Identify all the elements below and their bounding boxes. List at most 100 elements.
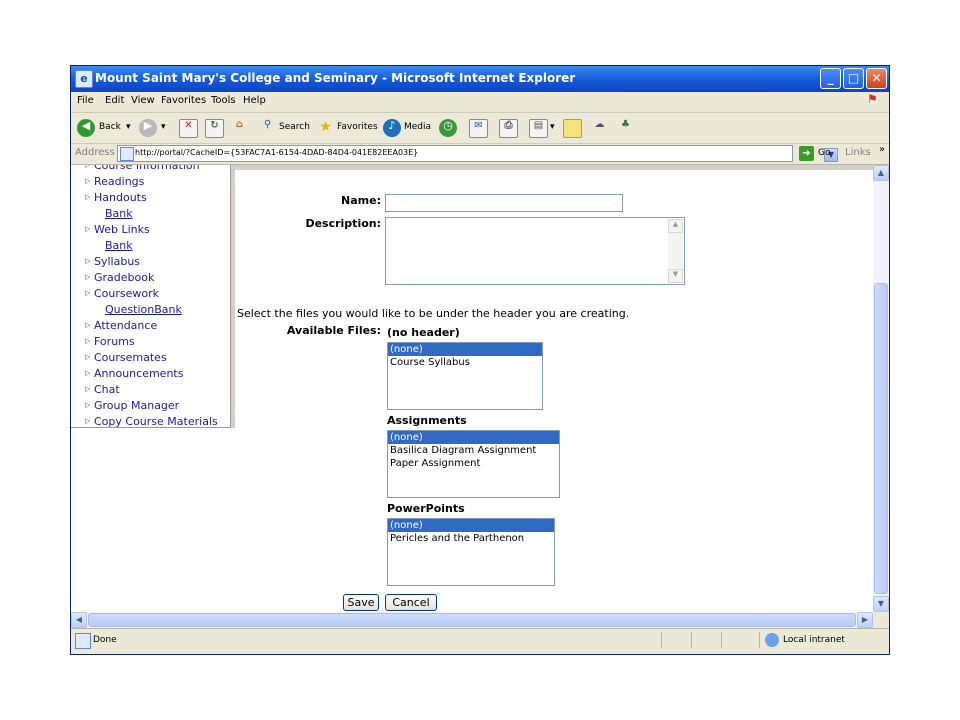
cancel-button[interactable]: Cancel xyxy=(385,594,437,611)
list-option[interactable]: Pericles and the Parthenon xyxy=(388,532,554,545)
vertical-scroll-thumb[interactable] xyxy=(874,283,888,594)
horizontal-scroll-thumb[interactable] xyxy=(88,613,856,627)
sidebar-item-label: Copy Course Materials xyxy=(94,415,218,428)
textarea-scrollbar[interactable]: ▲ ▼ xyxy=(668,219,683,283)
arrow-right-icon: ▷ xyxy=(85,321,91,329)
arrow-right-icon: ▷ xyxy=(85,401,91,409)
list-option[interactable]: (none) xyxy=(388,431,559,444)
go-button[interactable]: Go xyxy=(818,148,830,158)
menu-view[interactable]: View xyxy=(131,95,155,106)
address-url[interactable]: http://portal/?CacheID={53FAC7A1-6154-4D… xyxy=(135,148,418,157)
arrow-right-icon: ▷ xyxy=(85,289,91,297)
close-button[interactable]: ✕ xyxy=(866,68,887,89)
sidebar-item-questionbank[interactable]: QuestionBank xyxy=(105,303,182,316)
search-icon[interactable]: ⚲ xyxy=(259,119,276,136)
group-title-assignments: Assignments xyxy=(387,414,467,427)
chevron-down-icon[interactable]: ▼ xyxy=(668,269,683,283)
menu-bar: File Edit View Favorites Tools Help ⚑ xyxy=(71,92,889,113)
scroll-left-icon[interactable]: ◀ xyxy=(71,612,87,628)
discuss-icon[interactable] xyxy=(563,119,582,138)
sidebar-item-label: Gradebook xyxy=(94,271,155,284)
sidebar-item-label: Bank xyxy=(105,207,133,220)
refresh-icon[interactable]: ↻ xyxy=(205,119,224,138)
chevron-right-icon[interactable]: » xyxy=(879,144,885,155)
search-label[interactable]: Search xyxy=(279,122,310,132)
status-separator xyxy=(721,632,722,648)
window-title: Mount Saint Mary's College and Seminary … xyxy=(95,71,576,85)
menu-edit[interactable]: Edit xyxy=(105,95,124,106)
mail-icon[interactable]: ✉ xyxy=(469,119,488,138)
history-icon[interactable]: ◷ xyxy=(439,119,457,137)
maximize-button[interactable]: □ xyxy=(843,68,864,89)
file-listbox-no-header[interactable]: (none) Course Syllabus xyxy=(387,342,543,410)
media-label[interactable]: Media xyxy=(404,122,431,132)
description-label: Description: xyxy=(305,217,381,230)
title-bar[interactable]: e Mount Saint Mary's College and Seminar… xyxy=(71,66,889,92)
sidebar-item-label: Handouts xyxy=(94,191,147,204)
available-files-label: Available Files: xyxy=(286,324,381,337)
menu-favorites[interactable]: Favorites xyxy=(161,95,206,106)
chevron-up-icon[interactable]: ▲ xyxy=(668,219,683,233)
instructions-text: Select the files you would like to be un… xyxy=(237,307,630,320)
arrow-right-icon: ▷ xyxy=(85,165,91,169)
windows-logo-icon: ⚑ xyxy=(867,92,878,106)
forward-dropdown-icon[interactable]: ▾ xyxy=(161,122,166,132)
list-option[interactable]: (none) xyxy=(388,519,554,532)
forward-arrow-icon[interactable]: ▶ xyxy=(139,119,157,137)
sidebar-item-label: Course Information xyxy=(94,165,200,172)
sidebar-item-label: QuestionBank xyxy=(105,303,182,316)
group-title-powerpoints: PowerPoints xyxy=(387,502,465,515)
save-button[interactable]: Save xyxy=(343,594,379,611)
menu-tools[interactable]: Tools xyxy=(211,95,236,106)
standard-toolbar: ◀ Back ▾ ▶ ▾ ✕ ↻ ⌂ ⚲ Search ★ Favorites … xyxy=(71,113,889,144)
scroll-up-icon[interactable]: ▲ xyxy=(873,165,889,181)
favorites-star-icon[interactable]: ★ xyxy=(317,119,334,136)
back-dropdown-icon[interactable]: ▾ xyxy=(126,122,131,132)
name-input[interactable] xyxy=(385,194,623,212)
favorites-label[interactable]: Favorites xyxy=(337,122,378,132)
address-label: Address xyxy=(75,147,115,158)
scroll-down-icon[interactable]: ▼ xyxy=(873,596,889,612)
course-sidebar: ▷ Course Information ▷ Readings ▷ Handouts Ban… xyxy=(71,165,231,428)
security-zone-text: Local intranet xyxy=(783,635,845,645)
menu-file[interactable]: File xyxy=(77,95,94,106)
list-option[interactable]: (none) xyxy=(388,343,542,356)
arrow-right-icon: ▷ xyxy=(85,353,91,361)
file-listbox-assignments[interactable]: (none) Basilica Diagram Assignment Paper A… xyxy=(387,430,560,498)
links-button[interactable]: Links xyxy=(845,147,871,158)
description-textarea[interactable]: ▲ ▼ xyxy=(385,217,685,285)
scroll-right-icon[interactable]: ▶ xyxy=(857,612,873,628)
arrow-right-icon: ▷ xyxy=(85,193,91,201)
arrow-right-icon: ▷ xyxy=(85,385,91,393)
stop-icon[interactable]: ✕ xyxy=(179,119,198,138)
arrow-right-icon: ▷ xyxy=(85,177,91,185)
sidebar-item-bank[interactable]: Bank xyxy=(105,207,133,220)
menu-help[interactable]: Help xyxy=(243,95,266,106)
address-bar: Address http://portal/?CacheID={53FAC7A1… xyxy=(71,144,889,165)
media-icon[interactable]: ♪ xyxy=(383,119,401,137)
back-label[interactable]: Back xyxy=(99,122,121,132)
list-option[interactable]: Basilica Diagram Assignment xyxy=(388,444,559,457)
horizontal-scrollbar[interactable]: ◀ ▶ xyxy=(71,612,873,628)
sidebar-item-label: Chat xyxy=(94,383,120,396)
home-icon[interactable]: ⌂ xyxy=(231,119,248,136)
list-option[interactable]: Course Syllabus xyxy=(388,356,542,369)
sidebar-item-label: Bank xyxy=(105,239,133,252)
status-text: Done xyxy=(93,635,117,645)
sidebar-item-bank[interactable]: Bank xyxy=(105,239,133,252)
vertical-scrollbar[interactable]: ▲ ▼ xyxy=(873,165,889,612)
edit-dropdown-icon[interactable]: ▾ xyxy=(550,122,555,132)
header-strip xyxy=(235,165,873,170)
file-listbox-powerpoints[interactable]: (none) Pericles and the Parthenon xyxy=(387,518,555,586)
sidebar-item-label: Readings xyxy=(94,175,145,188)
address-input[interactable]: http://portal/?CacheID={53FAC7A1-6154-4D… xyxy=(117,145,838,162)
edit-icon[interactable]: ▤ xyxy=(529,119,548,138)
messenger-icon[interactable]: ☁ xyxy=(591,119,608,136)
go-arrow-icon[interactable]: ➔ xyxy=(799,146,814,161)
minimize-button[interactable]: _ xyxy=(820,68,841,89)
back-arrow-icon[interactable]: ◀ xyxy=(77,119,95,137)
research-icon[interactable]: ♣ xyxy=(617,119,634,136)
print-icon[interactable]: ⎙ xyxy=(499,119,518,138)
list-option[interactable]: Paper Assignment xyxy=(388,457,559,470)
browser-window: e Mount Saint Mary's College and Seminar… xyxy=(70,65,890,655)
